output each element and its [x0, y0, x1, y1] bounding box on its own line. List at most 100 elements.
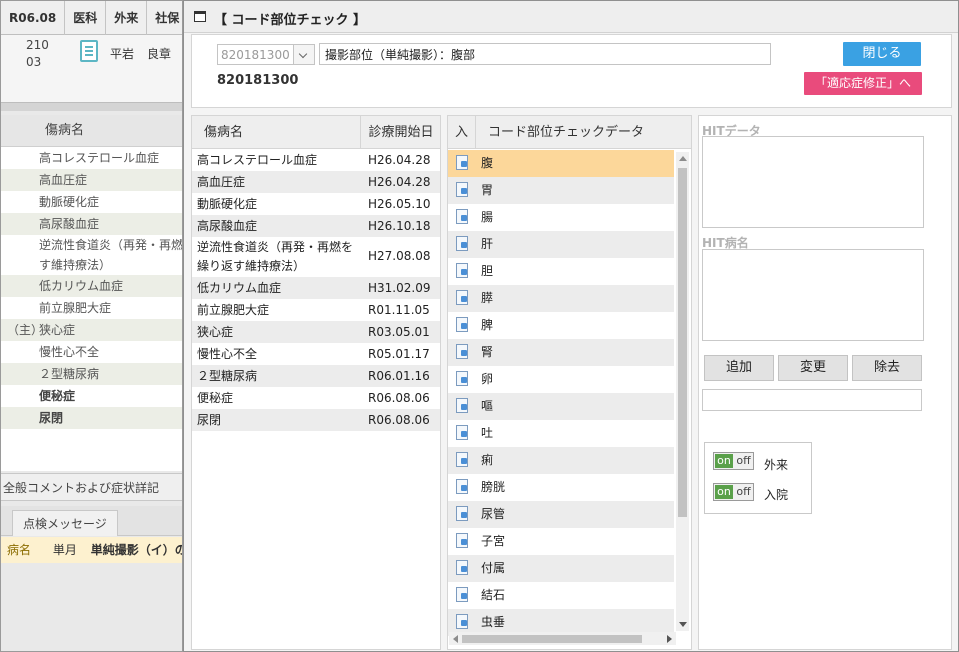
window-icon [194, 11, 206, 22]
table-row[interactable]: 高尿酸血症 H26.10.18 [192, 215, 440, 237]
document-arrow-icon[interactable] [456, 290, 468, 305]
document-arrow-icon[interactable] [456, 344, 468, 359]
code-part-row[interactable]: 肝 [448, 231, 674, 258]
remove-button[interactable]: 除去 [852, 355, 922, 381]
table-row[interactable]: 高コレステロール血症 H26.04.28 [192, 149, 440, 171]
hit-input-field[interactable] [702, 389, 922, 411]
hit-name-box[interactable] [702, 249, 924, 341]
code-part-row[interactable]: 膵 [448, 285, 674, 312]
horizontal-scrollbar[interactable] [449, 632, 676, 645]
column-header-input[interactable]: 入 [448, 116, 476, 149]
indication-fix-button[interactable]: 「適応症修正」へ [804, 72, 922, 95]
inpatient-toggle[interactable]: on off [713, 483, 754, 501]
scrollbar-thumb[interactable] [462, 635, 642, 643]
document-arrow-icon[interactable] [456, 587, 468, 602]
column-header-code-part[interactable]: コード部位チェックデータ [488, 116, 644, 149]
document-arrow-icon[interactable] [456, 236, 468, 251]
bg-tab-insurance[interactable]: 社保 [147, 1, 182, 35]
code-part-row[interactable]: 結石 [448, 582, 674, 609]
scroll-left-icon[interactable] [453, 635, 458, 643]
hit-data-box[interactable] [702, 136, 924, 228]
bg-disease-row[interactable]: （主） 狭心症 [1, 319, 182, 341]
bg-comment-header: 全般コメントおよび症状詳記 [1, 473, 182, 501]
document-arrow-icon[interactable] [456, 398, 468, 413]
bg-disease-row[interactable]: 便秘症 [1, 385, 182, 407]
document-arrow-icon[interactable] [456, 452, 468, 467]
add-button[interactable]: 追加 [704, 355, 774, 381]
code-part-row[interactable]: 胃 [448, 177, 674, 204]
code-part-row[interactable]: 腹 [448, 150, 674, 177]
bg-disease-row[interactable]: 高コレステロール血症 [1, 147, 182, 169]
code-part-row[interactable]: 痢 [448, 447, 674, 474]
scroll-up-icon[interactable] [679, 156, 687, 161]
bg-tab-medical[interactable]: 医科 [65, 1, 107, 35]
chevron-down-icon[interactable] [293, 45, 314, 64]
bg-disease-row[interactable]: 前立腺肥大症 [1, 297, 182, 319]
document-arrow-icon[interactable] [456, 182, 468, 197]
bg-number-1: 210 [26, 38, 49, 52]
bg-message-row[interactable]: 病名 単月 単純撮影（イ）の [1, 537, 183, 563]
code-header-panel: 820181300 820181300 閉じる 「適応症修正」へ [191, 34, 952, 108]
code-part-row[interactable]: 尿管 [448, 501, 674, 528]
outpatient-toggle[interactable]: on off [713, 452, 754, 470]
change-button[interactable]: 変更 [778, 355, 848, 381]
bg-disease-row[interactable]: ２型糖尿病 [1, 363, 182, 385]
code-part-row[interactable]: 子宮 [448, 528, 674, 555]
code-part-row[interactable]: 脾 [448, 312, 674, 339]
bg-disease-row[interactable]: 高尿酸血症 [1, 213, 182, 235]
document-arrow-icon[interactable] [456, 533, 468, 548]
bg-message-text: 単純撮影（イ）の [90, 543, 183, 557]
document-arrow-icon[interactable] [456, 155, 468, 170]
document-arrow-icon[interactable] [456, 371, 468, 386]
document-arrow-icon[interactable] [456, 479, 468, 494]
document-arrow-icon[interactable] [456, 560, 468, 575]
document-arrow-icon[interactable] [456, 317, 468, 332]
table-row[interactable]: ２型糖尿病 R06.01.16 [192, 365, 440, 387]
dialog-titlebar[interactable]: 【 コード部位チェック 】 [184, 1, 958, 33]
table-row[interactable]: 尿閉 R06.08.06 [192, 409, 440, 431]
table-row[interactable]: 低カリウム血症 H31.02.09 [192, 277, 440, 299]
column-header-disease[interactable]: 傷病名 [192, 116, 361, 149]
code-part-row[interactable]: 卵 [448, 366, 674, 393]
scroll-right-icon[interactable] [667, 635, 672, 643]
document-arrow-icon[interactable] [456, 209, 468, 224]
bg-disease-row[interactable]: 尿閉 [1, 407, 182, 429]
scroll-down-icon[interactable] [679, 622, 687, 627]
tab-check-message[interactable]: 点検メッセージ [12, 510, 118, 536]
table-row[interactable]: 前立腺肥大症 R01.11.05 [192, 299, 440, 321]
bg-disease-row[interactable]: 低カリウム血症 [1, 275, 182, 297]
scrollbar-thumb[interactable] [678, 168, 687, 517]
bg-disease-row[interactable]: 逆流性食道炎（再発・再燃す維持療法） [1, 235, 182, 275]
code-part-row[interactable]: 嘔 [448, 393, 674, 420]
document-arrow-icon[interactable] [456, 614, 468, 629]
code-part-row[interactable]: 腎 [448, 339, 674, 366]
table-row[interactable]: 逆流性食道炎（再発・再燃を繰り返す維持療法） H27.08.08 [192, 237, 440, 277]
code-part-row[interactable]: 吐 [448, 420, 674, 447]
table-row[interactable]: 動脈硬化症 H26.05.10 [192, 193, 440, 215]
code-part-label: 膀胱 [481, 480, 506, 494]
bg-disease-row[interactable]: 高血圧症 [1, 169, 182, 191]
bg-disease-row[interactable]: 動脈硬化症 [1, 191, 182, 213]
vertical-scrollbar[interactable] [676, 152, 689, 631]
bg-tab-month[interactable]: R06.08 [1, 1, 66, 35]
document-arrow-icon[interactable] [456, 506, 468, 521]
close-button[interactable]: 閉じる [843, 42, 921, 66]
procedure-name-field[interactable] [319, 43, 771, 65]
code-part-row[interactable]: 付属 [448, 555, 674, 582]
table-row[interactable]: 高血圧症 H26.04.28 [192, 171, 440, 193]
table-row[interactable]: 慢性心不全 R05.01.17 [192, 343, 440, 365]
bg-tab-outpatient[interactable]: 外来 [106, 1, 148, 35]
bg-doctor-lastname: 平岩 [110, 47, 135, 61]
code-select[interactable]: 820181300 [217, 44, 315, 65]
code-part-row[interactable]: 腸 [448, 204, 674, 231]
bg-disease-row[interactable]: 慢性心不全 [1, 341, 182, 363]
code-part-table: 入 コード部位チェックデータ 腹胃腸肝胆膵脾腎卵嘔吐痢膀胱 尿管 子宮 付属 結石 虫垂 [447, 115, 692, 650]
table-row[interactable]: 便秘症 R06.08.06 [192, 387, 440, 409]
table-row[interactable]: 狭心症 R03.05.01 [192, 321, 440, 343]
column-header-start-date[interactable]: 診療開始日 [361, 116, 440, 149]
code-part-row[interactable]: 胆 [448, 258, 674, 285]
document-icon[interactable] [80, 40, 98, 62]
document-arrow-icon[interactable] [456, 263, 468, 278]
code-part-row[interactable]: 膀胱 [448, 474, 674, 501]
document-arrow-icon[interactable] [456, 425, 468, 440]
